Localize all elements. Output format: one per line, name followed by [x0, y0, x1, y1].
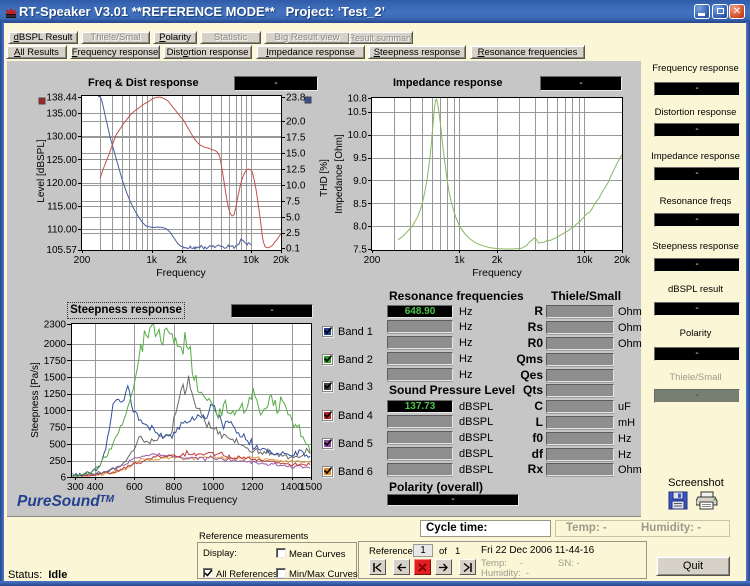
svg-text:2300: 2300: [44, 320, 67, 331]
svg-text:20k: 20k: [273, 255, 290, 266]
svg-text:10k: 10k: [576, 255, 593, 266]
svg-text:6: 6: [60, 473, 66, 484]
svg-text:20.0: 20.0: [286, 117, 306, 128]
svg-text:800: 800: [165, 482, 182, 493]
svg-text:600: 600: [126, 482, 143, 493]
svg-text:8.0: 8.0: [353, 222, 367, 233]
svg-text:1000: 1000: [44, 406, 67, 417]
svg-text:10.0: 10.0: [348, 130, 368, 141]
svg-text:0.1: 0.1: [286, 244, 300, 255]
svg-text:2.5: 2.5: [286, 228, 300, 239]
svg-text:1250: 1250: [44, 389, 67, 400]
svg-text:1200: 1200: [241, 482, 264, 493]
svg-text:120.00: 120.00: [46, 178, 77, 189]
svg-text:10.0: 10.0: [286, 180, 306, 191]
svg-text:250: 250: [49, 456, 66, 467]
svg-text:130.00: 130.00: [46, 132, 77, 143]
svg-text:7.5: 7.5: [286, 196, 300, 207]
svg-text:Steepness [Pa/s]: Steepness [Pa/s]: [30, 362, 41, 438]
svg-text:Impedance [Ohm]: Impedance [Ohm]: [334, 134, 345, 214]
svg-text:400: 400: [87, 482, 104, 493]
svg-text:1000: 1000: [202, 482, 225, 493]
svg-text:1500: 1500: [44, 373, 67, 384]
svg-text:Frequency: Frequency: [156, 267, 206, 279]
svg-text:2k: 2k: [492, 255, 504, 266]
svg-text:9.5: 9.5: [353, 153, 367, 164]
svg-text:17.5: 17.5: [286, 133, 306, 144]
svg-text:2k: 2k: [176, 255, 188, 266]
svg-text:1k: 1k: [146, 255, 158, 266]
svg-text:750: 750: [49, 423, 66, 434]
svg-text:110.00: 110.00: [47, 225, 77, 236]
svg-text:Level [dBSPL]: Level [dBSPL]: [36, 139, 47, 203]
svg-text:10k: 10k: [243, 255, 260, 266]
svg-text:138.44: 138.44: [46, 93, 77, 104]
svg-text:12.5: 12.5: [286, 165, 306, 176]
svg-text:10.8: 10.8: [348, 94, 368, 105]
svg-text:125.00: 125.00: [46, 155, 77, 166]
svg-text:10.5: 10.5: [348, 107, 368, 118]
svg-text:300: 300: [67, 482, 84, 493]
svg-text:23.8: 23.8: [286, 93, 306, 104]
svg-text:135.00: 135.00: [46, 109, 77, 120]
svg-text:500: 500: [49, 439, 66, 450]
svg-text:115.00: 115.00: [47, 201, 77, 212]
svg-text:THD [%]: THD [%]: [319, 159, 330, 197]
svg-text:Stimulus Frequency: Stimulus Frequency: [145, 494, 239, 506]
svg-text:8.5: 8.5: [353, 199, 367, 210]
svg-text:20k: 20k: [614, 255, 631, 266]
svg-text:5.0: 5.0: [286, 212, 300, 223]
svg-text:1500: 1500: [300, 482, 323, 493]
svg-text:1750: 1750: [44, 356, 67, 367]
svg-text:9.0: 9.0: [353, 176, 367, 187]
svg-text:200: 200: [364, 255, 381, 266]
svg-text:7.5: 7.5: [353, 245, 367, 256]
svg-text:200: 200: [74, 255, 91, 266]
svg-text:1k: 1k: [454, 255, 466, 266]
svg-text:2000: 2000: [44, 339, 67, 350]
svg-text:Frequency: Frequency: [472, 267, 522, 279]
svg-text:15.0: 15.0: [286, 149, 306, 160]
